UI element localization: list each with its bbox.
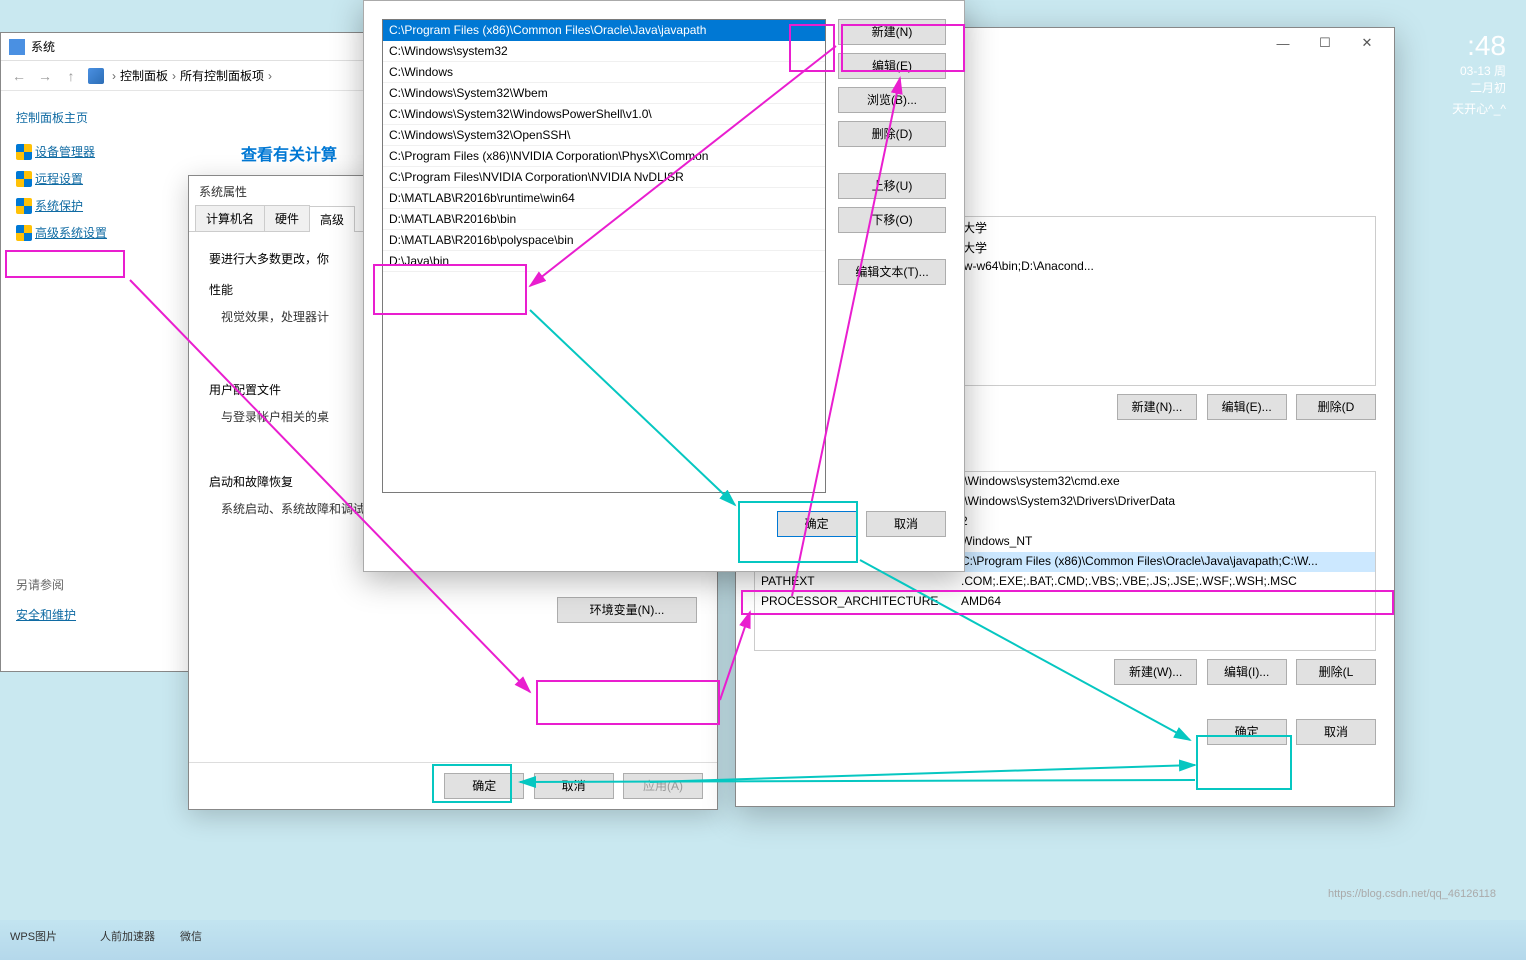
path-side-buttons: 新建(N) 编辑(E) 浏览(B)... 删除(D) 上移(U) 下移(O) 编… bbox=[826, 19, 946, 493]
tab-advanced[interactable]: 高级 bbox=[309, 206, 355, 232]
path-entry[interactable]: C:\Windows\system32 bbox=[383, 41, 825, 62]
path-entries-list[interactable]: C:\Program Files (x86)\Common Files\Orac… bbox=[382, 19, 826, 493]
maximize-button[interactable]: ☐ bbox=[1304, 30, 1346, 56]
page-title: 查看有关计算 bbox=[241, 141, 337, 165]
minimize-button[interactable]: — bbox=[1262, 30, 1304, 56]
browse-path-button[interactable]: 浏览(B)... bbox=[838, 87, 946, 113]
path-entry[interactable]: C:\Windows\System32\WindowsPowerShell\v1… bbox=[383, 104, 825, 125]
cp-home-heading[interactable]: 控制面板主页 bbox=[16, 109, 349, 126]
shield-icon bbox=[16, 225, 32, 241]
chevron-right-icon: › bbox=[268, 69, 272, 83]
path-entry[interactable]: C:\Windows\System32\Wbem bbox=[383, 83, 825, 104]
shield-icon bbox=[16, 198, 32, 214]
delete-sys-var-button[interactable]: 删除(L bbox=[1296, 659, 1376, 685]
path-entry[interactable]: C:\Program Files\NVIDIA Corporation\NVID… bbox=[383, 167, 825, 188]
var-value: AMD64 bbox=[955, 594, 1375, 610]
path-entry[interactable]: D:\MATLAB\R2016b\polyspace\bin bbox=[383, 230, 825, 251]
tab-computer-name[interactable]: 计算机名 bbox=[195, 205, 265, 231]
path-entry[interactable]: C:\Windows bbox=[383, 62, 825, 83]
shield-icon bbox=[16, 144, 32, 160]
table-row[interactable]: PROCESSOR_ARCHITECTUREAMD64 bbox=[755, 592, 1375, 612]
edit-path-body: C:\Program Files (x86)\Common Files\Orac… bbox=[364, 1, 964, 511]
chevron-right-icon: › bbox=[112, 69, 116, 83]
path-entry[interactable]: C:\Program Files (x86)\NVIDIA Corporatio… bbox=[383, 146, 825, 167]
clock-date1: 03-13 周 bbox=[1452, 62, 1506, 79]
env-cancel-button[interactable]: 取消 bbox=[1296, 719, 1376, 745]
breadcrumb: ← → ↑ › 控制面板 › 所有控制面板项 › bbox=[1, 61, 364, 91]
edit-text-button[interactable]: 编辑文本(T)... bbox=[838, 259, 946, 285]
nav-forward-button[interactable]: → bbox=[32, 64, 58, 88]
link-label: 高级系统设置 bbox=[35, 224, 107, 241]
cancel-button[interactable]: 取消 bbox=[534, 773, 614, 799]
taskbar-item[interactable]: 微信 bbox=[180, 928, 202, 944]
apply-button[interactable]: 应用(A) bbox=[623, 773, 703, 799]
var-name: PATHEXT bbox=[755, 574, 955, 590]
move-down-button[interactable]: 下移(O) bbox=[838, 207, 946, 233]
var-value: 2 bbox=[955, 514, 1375, 530]
clock-greeting: 天开心^_^ bbox=[1452, 100, 1506, 117]
path-cancel-button[interactable]: 取消 bbox=[866, 511, 946, 537]
taskbar-item[interactable]: WPS图片 bbox=[10, 928, 57, 944]
tab-hardware[interactable]: 硬件 bbox=[264, 205, 310, 231]
sys-vars-buttons: 新建(W)... 编辑(I)... 删除(L bbox=[754, 659, 1376, 685]
control-panel-icon bbox=[88, 68, 104, 84]
dialog-footer: 确定 取消 应用(A) bbox=[189, 762, 717, 809]
nav-up-button[interactable]: ↑ bbox=[58, 64, 84, 88]
path-entry[interactable]: D:\MATLAB\R2016b\bin bbox=[383, 209, 825, 230]
shield-icon bbox=[16, 171, 32, 187]
edit-user-var-button[interactable]: 编辑(E)... bbox=[1207, 394, 1287, 420]
link-label: 系统保护 bbox=[35, 197, 83, 214]
close-button[interactable]: ✕ bbox=[1346, 30, 1388, 56]
env-ok-button[interactable]: 确定 bbox=[1207, 719, 1287, 745]
edit-path-dialog: C:\Program Files (x86)\Common Files\Orac… bbox=[363, 0, 965, 572]
link-label: 设备管理器 bbox=[35, 143, 95, 160]
chevron-right-icon: › bbox=[172, 69, 176, 83]
var-value: C:\Program Files (x86)\Common Files\Orac… bbox=[955, 554, 1375, 570]
new-user-var-button[interactable]: 新建(N)... bbox=[1117, 394, 1198, 420]
path-entry[interactable]: D:\Java\bin bbox=[383, 251, 825, 272]
taskbar[interactable]: WPS图片 人前加速器 微信 bbox=[0, 920, 1526, 960]
window-title: 系统 bbox=[31, 38, 55, 55]
breadcrumb-item[interactable]: 控制面板 bbox=[120, 67, 168, 84]
table-row[interactable]: PATHEXT.COM;.EXE;.BAT;.CMD;.VBS;.VBE;.JS… bbox=[755, 572, 1375, 592]
edit-sys-var-button[interactable]: 编辑(I)... bbox=[1207, 659, 1287, 685]
window-titlebar[interactable]: 系统 bbox=[1, 33, 364, 61]
delete-path-button[interactable]: 删除(D) bbox=[838, 121, 946, 147]
path-ok-button[interactable]: 确定 bbox=[777, 511, 857, 537]
watermark: https://blog.csdn.net/qq_46126118 bbox=[1328, 888, 1496, 900]
var-name: PROCESSOR_ARCHITECTURE bbox=[755, 594, 955, 610]
system-icon bbox=[9, 39, 25, 55]
link-label: 安全和维护 bbox=[16, 606, 76, 623]
clock-time: :48 bbox=[1452, 30, 1506, 62]
new-sys-var-button[interactable]: 新建(W)... bbox=[1114, 659, 1197, 685]
new-path-button[interactable]: 新建(N) bbox=[838, 19, 946, 45]
env-footer: 确定 取消 bbox=[736, 705, 1394, 759]
edit-path-footer: 确定 取消 bbox=[364, 511, 964, 555]
taskbar-item[interactable]: 人前加速器 bbox=[100, 928, 155, 944]
var-value: .COM;.EXE;.BAT;.CMD;.VBS;.VBE;.JS;.JSE;.… bbox=[955, 574, 1375, 590]
move-up-button[interactable]: 上移(U) bbox=[838, 173, 946, 199]
nav-back-button[interactable]: ← bbox=[6, 64, 32, 88]
var-value: Windows_NT bbox=[955, 534, 1375, 550]
breadcrumb-item[interactable]: 所有控制面板项 bbox=[180, 67, 264, 84]
delete-user-var-button[interactable]: 删除(D bbox=[1296, 394, 1376, 420]
env-variables-button[interactable]: 环境变量(N)... bbox=[557, 597, 697, 623]
clock-date2: 二月初 bbox=[1452, 79, 1506, 96]
path-entry[interactable]: C:\Windows\System32\OpenSSH\ bbox=[383, 125, 825, 146]
path-entry[interactable]: D:\MATLAB\R2016b\runtime\win64 bbox=[383, 188, 825, 209]
edit-path-button[interactable]: 编辑(E) bbox=[838, 53, 946, 79]
var-value: :\Windows\System32\Drivers\DriverData bbox=[955, 494, 1375, 510]
ok-button[interactable]: 确定 bbox=[444, 773, 524, 799]
path-entry[interactable]: C:\Program Files (x86)\Common Files\Orac… bbox=[383, 20, 825, 41]
desktop-clock: :48 03-13 周 二月初 天开心^_^ bbox=[1452, 30, 1506, 117]
link-label: 远程设置 bbox=[35, 170, 83, 187]
var-value: :\Windows\system32\cmd.exe bbox=[955, 474, 1375, 490]
